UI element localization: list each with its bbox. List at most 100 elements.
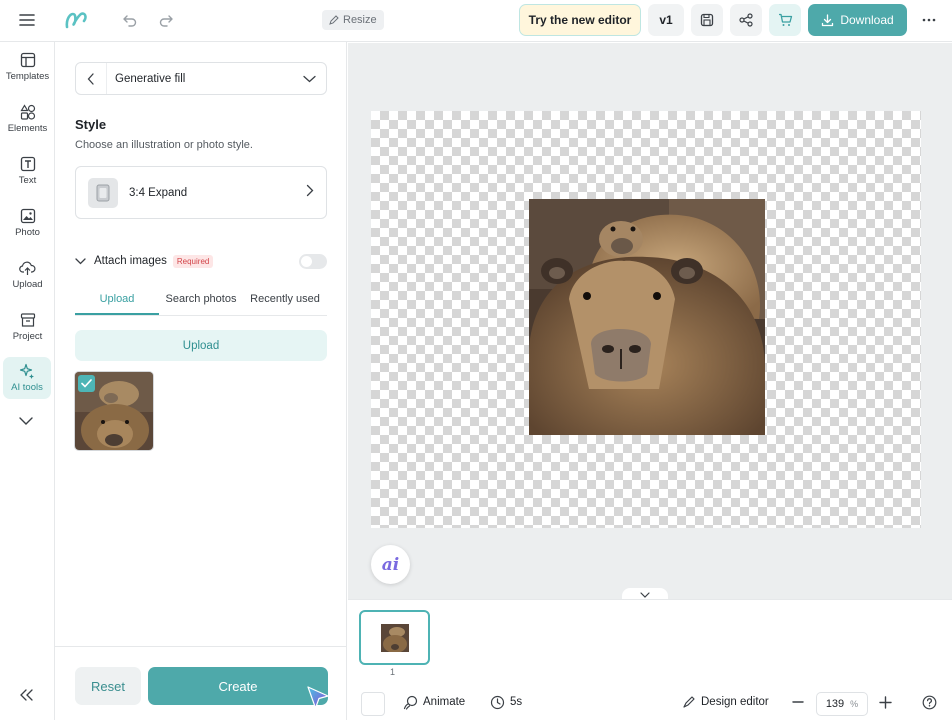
create-button[interactable]: Create	[148, 667, 328, 705]
chevron-down-icon[interactable]	[16, 414, 36, 432]
capybara-image	[529, 199, 765, 435]
rail-item-upload[interactable]: Upload	[0, 260, 55, 290]
cart-button[interactable]	[769, 4, 801, 36]
zoom-unit: %	[850, 699, 859, 709]
ai-tools-panel: Generative fill Style Choose an illustra…	[55, 42, 347, 720]
save-button[interactable]	[691, 4, 723, 36]
chevron-down-icon[interactable]	[292, 75, 326, 83]
page-preview-image	[380, 623, 409, 652]
chevron-right-icon	[306, 184, 314, 202]
tool-dropdown-label: Generative fill	[106, 63, 292, 94]
project-icon	[20, 313, 35, 327]
capybara-photo[interactable]	[529, 199, 765, 435]
panel-footer: Reset Create	[55, 646, 347, 720]
style-option-card[interactable]: 3:4 Expand	[75, 166, 327, 219]
design-editor-label: Design editor	[701, 696, 769, 708]
artboard-transparent[interactable]	[371, 111, 921, 528]
elements-icon	[19, 104, 35, 120]
zoom-in-button[interactable]	[879, 684, 892, 720]
rail-item-photo[interactable]: Photo	[0, 208, 55, 238]
reset-button[interactable]: Reset	[75, 667, 141, 705]
toggle-knob	[301, 256, 312, 267]
rail-label: Templates	[5, 71, 50, 82]
style-heading: Style	[75, 117, 107, 132]
help-button[interactable]	[922, 684, 937, 720]
animate-icon	[403, 695, 418, 710]
share-icon	[739, 13, 753, 27]
tab-upload[interactable]: Upload	[75, 288, 159, 315]
logo-icon[interactable]	[62, 8, 90, 32]
attached-image-thumbnail[interactable]	[74, 371, 154, 451]
design-editor-button[interactable]: Design editor	[682, 684, 769, 720]
style-subtitle: Choose an illustration or photo style.	[75, 139, 253, 151]
more-icon[interactable]	[915, 6, 943, 34]
cart-icon	[778, 13, 792, 26]
templates-icon	[20, 52, 35, 68]
duration-label: 5s	[510, 696, 523, 708]
rail-item-elements[interactable]: Elements	[0, 104, 55, 134]
attach-images-toggle[interactable]	[299, 254, 327, 269]
canvas-area: ai	[348, 43, 952, 602]
menu-icon[interactable]	[13, 6, 41, 34]
expand-ratio-icon	[88, 177, 118, 208]
text-icon	[20, 156, 35, 172]
attach-images-row: Attach images Required	[75, 253, 327, 269]
undo-icon[interactable]	[116, 6, 144, 34]
top-bar: Resize Try the new editor v1 Download	[0, 0, 952, 42]
ai-assistant-button[interactable]: ai	[371, 545, 410, 584]
save-icon	[700, 13, 714, 27]
zoom-value: 139	[825, 698, 845, 710]
download-button[interactable]: Download	[808, 4, 907, 36]
zoom-level-input[interactable]: 139 %	[816, 692, 868, 716]
duration-button[interactable]: 5s	[490, 684, 522, 720]
chevron-down-icon	[640, 592, 650, 598]
rail-item-ai-tools[interactable]: AI tools	[3, 357, 51, 399]
animate-button[interactable]: Animate	[403, 684, 465, 720]
rail-label: AI tools	[11, 382, 43, 393]
plus-icon	[879, 695, 892, 709]
minus-icon	[792, 701, 804, 703]
style-option-label: 3:4 Expand	[129, 186, 188, 199]
download-icon	[822, 13, 834, 26]
rail-label: Photo	[15, 227, 40, 238]
left-rail: Templates Elements Text Photo Upload Pro…	[0, 42, 55, 720]
collapse-panel-icon[interactable]	[17, 688, 37, 707]
zoom-out-button[interactable]	[792, 684, 804, 720]
tool-dropdown[interactable]: Generative fill	[75, 62, 327, 95]
tab-recently-used[interactable]: Recently used	[243, 288, 327, 315]
rail-item-project[interactable]: Project	[0, 312, 55, 342]
rail-item-text[interactable]: Text	[0, 156, 55, 186]
rail-label: Text	[18, 175, 37, 186]
share-button[interactable]	[730, 4, 762, 36]
version-button[interactable]: v1	[648, 4, 684, 36]
rail-item-templates[interactable]: Templates	[0, 52, 55, 82]
resize-button[interactable]: Resize	[322, 10, 384, 30]
bottom-bar: Animate 5s Design editor 139 %	[348, 684, 952, 720]
page-thumbnail[interactable]	[359, 610, 430, 665]
resize-label: Resize	[343, 14, 377, 26]
pencil-icon	[329, 15, 339, 25]
clock-icon	[490, 695, 505, 709]
rail-label: Project	[12, 331, 43, 342]
brush-icon	[683, 696, 695, 708]
checkmark-icon	[78, 375, 95, 392]
attach-images-label: Attach images	[94, 255, 167, 267]
upload-icon	[19, 261, 36, 275]
animate-label: Animate	[423, 696, 466, 708]
upload-button[interactable]: Upload	[75, 330, 327, 361]
rail-label: Upload	[12, 279, 43, 290]
background-color-swatch[interactable]	[361, 692, 385, 716]
photo-icon	[20, 208, 35, 224]
tab-search-photos[interactable]: Search photos	[159, 288, 243, 315]
chevron-left-icon[interactable]	[76, 72, 106, 85]
try-new-editor-button[interactable]: Try the new editor	[519, 4, 641, 36]
required-badge: Required	[172, 254, 214, 268]
chevron-down-icon[interactable]	[75, 257, 86, 265]
cursor-arrow-icon	[305, 685, 331, 716]
redo-icon[interactable]	[152, 6, 180, 34]
pages-strip: 1	[348, 599, 952, 683]
image-source-tabs: Upload Search photos Recently used	[75, 288, 327, 316]
ai-tools-icon	[19, 363, 34, 379]
rail-label: Elements	[7, 123, 48, 134]
download-label: Download	[840, 13, 894, 27]
